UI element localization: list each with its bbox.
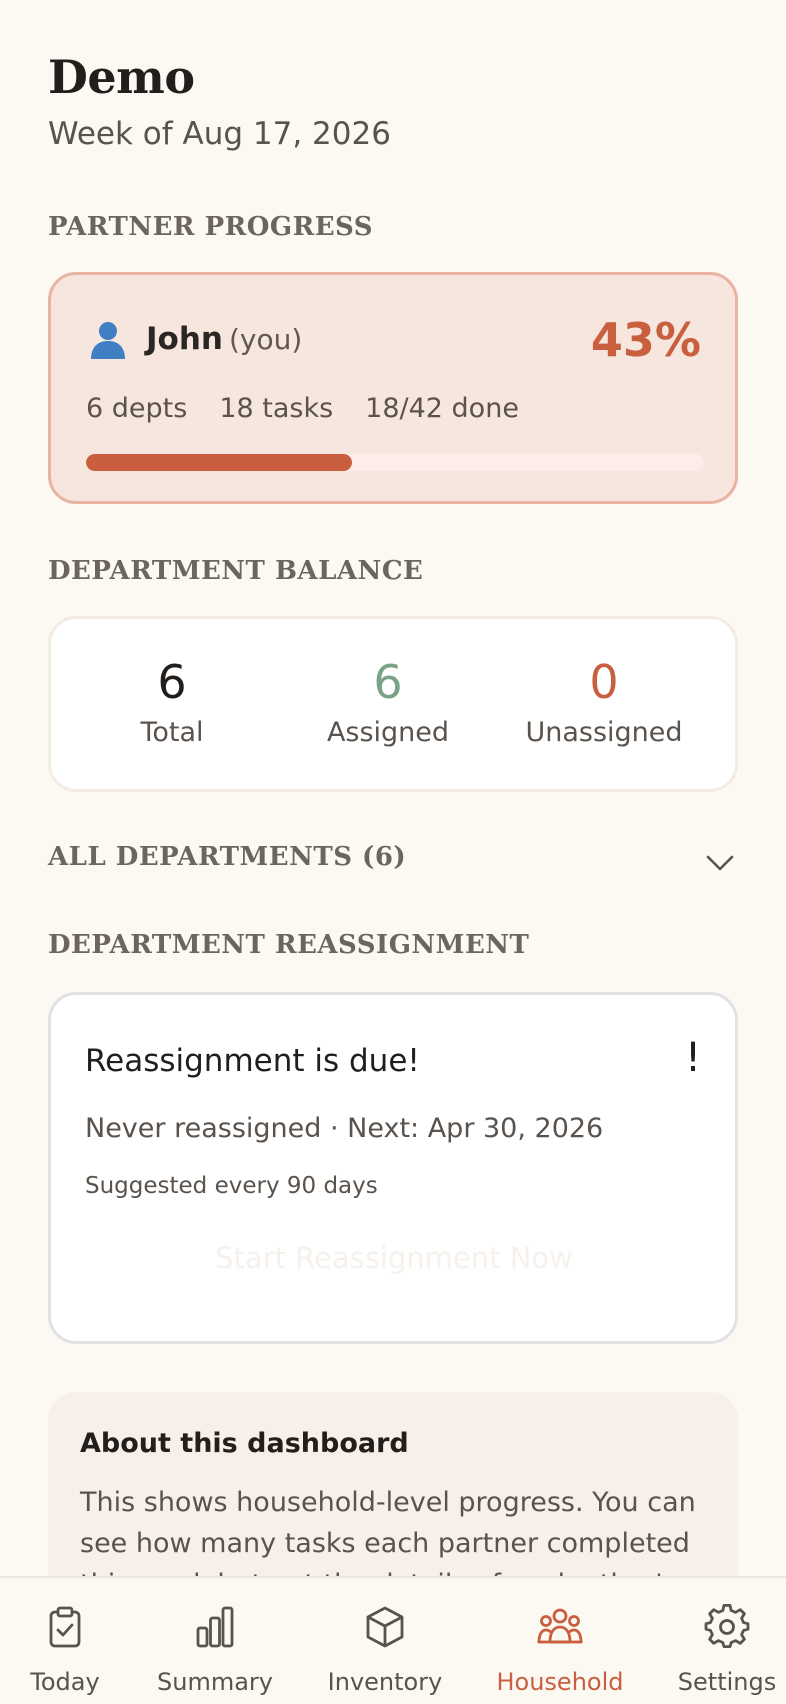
balance-total: 6 Total	[64, 655, 280, 748]
reassignment-title: Reassignment is due!	[85, 1043, 420, 1079]
page-title: Demo	[48, 50, 195, 104]
partner-progress-fill	[86, 454, 352, 471]
partner-done: 18/42 done	[365, 393, 519, 424]
department-balance-heading: DEPARTMENT BALANCE	[48, 556, 424, 586]
start-reassignment-button[interactable]: Start Reassignment Now	[85, 1221, 703, 1295]
partner-name: John (you)	[146, 321, 302, 357]
partner-progress-bar	[86, 454, 704, 471]
alert-icon: !	[684, 1035, 701, 1081]
reassignment-status: Never reassigned · Next: Apr 30, 2026	[85, 1113, 604, 1144]
tab-inventory[interactable]: Inventory	[318, 1578, 452, 1704]
bar-chart-icon	[196, 1606, 234, 1648]
reassignment-card: Reassignment is due! ! Never reassigned …	[48, 992, 738, 1344]
clipboard-check-icon	[49, 1606, 81, 1648]
tab-household-label: Household	[496, 1668, 624, 1696]
bottom-tab-bar: Today Summary Inventory Household Settin…	[0, 1576, 786, 1704]
gear-icon	[704, 1604, 750, 1648]
person-icon	[87, 319, 129, 361]
department-reassignment-heading: DEPARTMENT REASSIGNMENT	[48, 930, 530, 960]
partner-you-label: (you)	[228, 323, 303, 356]
tab-settings[interactable]: Settings	[668, 1578, 786, 1704]
all-departments-toggle[interactable]: ALL DEPARTMENTS (6)	[48, 842, 738, 882]
reassignment-suggested: Suggested every 90 days	[85, 1173, 378, 1199]
balance-unassigned-label: Unassigned	[525, 717, 683, 748]
balance-assigned: 6 Assigned	[280, 655, 496, 748]
balance-total-value: 6	[157, 655, 187, 709]
partner-stats: 6 depts 18 tasks 18/42 done	[86, 393, 519, 424]
tab-settings-label: Settings	[677, 1668, 777, 1696]
balance-total-label: Total	[140, 717, 204, 748]
tab-household[interactable]: Household	[490, 1578, 630, 1704]
partner-progress-heading: PARTNER PROGRESS	[48, 212, 373, 242]
balance-unassigned-value: 0	[589, 655, 619, 709]
balance-assigned-label: Assigned	[326, 717, 450, 748]
people-icon	[537, 1608, 583, 1644]
department-balance-card: 6 Total 6 Assigned 0 Unassigned	[48, 616, 738, 792]
partner-progress-card: John (you) 43% 6 depts 18 tasks 18/42 don…	[48, 272, 738, 504]
box-icon	[366, 1606, 404, 1648]
balance-unassigned: 0 Unassigned	[496, 655, 712, 748]
partner-percent: 43%	[590, 313, 701, 367]
tab-summary-label: Summary	[157, 1668, 273, 1696]
tab-today[interactable]: Today	[4, 1578, 126, 1704]
tab-inventory-label: Inventory	[327, 1668, 443, 1696]
tab-summary[interactable]: Summary	[150, 1578, 280, 1704]
about-title: About this dashboard	[80, 1428, 409, 1459]
week-subtitle: Week of Aug 17, 2026	[48, 116, 391, 152]
partner-name-text: John	[146, 321, 223, 357]
chevron-down-icon[interactable]	[704, 846, 736, 878]
all-departments-heading: ALL DEPARTMENTS (6)	[48, 842, 407, 872]
partner-depts: 6 depts	[86, 393, 188, 424]
partner-tasks: 18 tasks	[219, 393, 334, 424]
household-page: Demo Week of Aug 17, 2026 PARTNER PROGRE…	[0, 0, 786, 1704]
tab-today-label: Today	[30, 1668, 100, 1696]
balance-assigned-value: 6	[373, 655, 403, 709]
